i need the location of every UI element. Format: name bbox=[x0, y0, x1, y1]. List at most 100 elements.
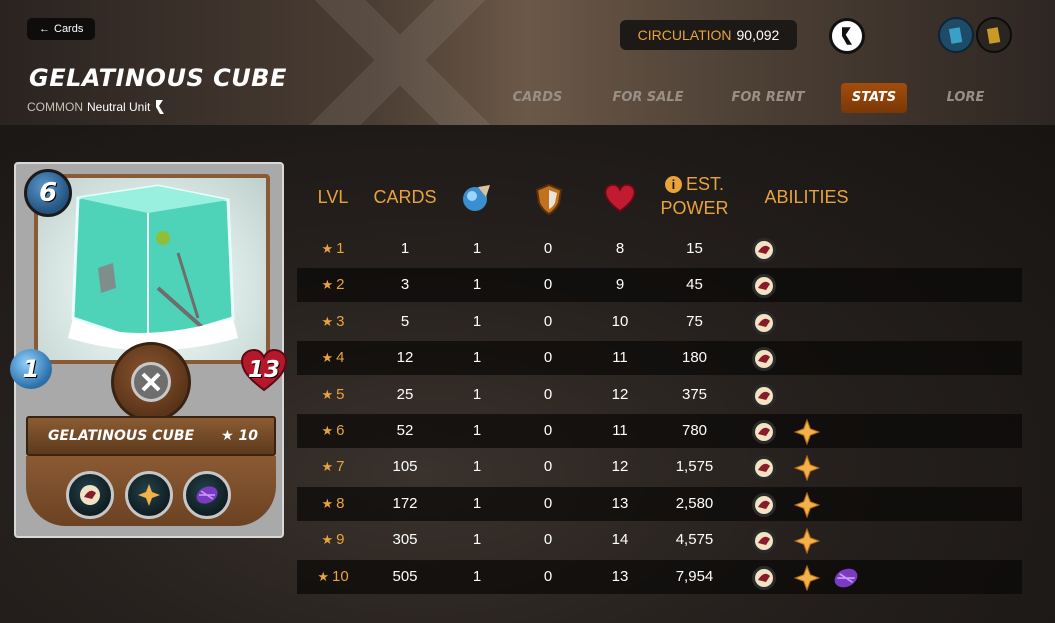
shatter-ability-icon[interactable] bbox=[793, 454, 821, 482]
star-icon: ★ bbox=[321, 459, 334, 475]
power-cell: 375 bbox=[681, 385, 708, 403]
star-icon: ★ bbox=[321, 277, 334, 293]
level-cell: ★ 2 bbox=[307, 268, 359, 302]
header-abilities: ABILITIES bbox=[764, 187, 849, 207]
est-line2: POWER bbox=[660, 198, 729, 218]
power-cell: 45 bbox=[686, 276, 703, 294]
health-cell: 12 bbox=[611, 458, 629, 476]
info-icon[interactable]: i bbox=[664, 176, 682, 193]
crossed-swords-icon bbox=[131, 362, 171, 402]
scavenger-ability-icon[interactable] bbox=[751, 528, 777, 554]
neutral-element-medal bbox=[111, 342, 191, 422]
level-cell: ★ 10 bbox=[307, 560, 359, 594]
level-value: 9 bbox=[336, 531, 345, 549]
shatter-ability-icon[interactable] bbox=[793, 418, 821, 446]
health-cell: 9 bbox=[615, 276, 625, 294]
level-cell: ★ 4 bbox=[307, 341, 359, 375]
attack-cell: 1 bbox=[472, 422, 482, 439]
armor-cell: 0 bbox=[543, 422, 553, 439]
level-cell: ★ 1 bbox=[307, 232, 359, 266]
back-to-cards-button[interactable]: ← Cards bbox=[27, 18, 96, 40]
shatter-ability-icon[interactable] bbox=[793, 527, 821, 555]
circulation-badge: CIRCULATION 90,092 bbox=[620, 20, 797, 50]
scavenger-ability-icon[interactable] bbox=[751, 346, 777, 372]
shatter-ability-icon[interactable] bbox=[793, 491, 821, 519]
star-icon: ★ bbox=[321, 495, 334, 511]
table-row: ★ 8 172 1 0 13 2,580 bbox=[297, 486, 1022, 521]
star-icon: ★ bbox=[321, 423, 334, 438]
power-cell: 75 bbox=[686, 312, 703, 330]
tab-stats[interactable]: STATS bbox=[841, 83, 907, 113]
attack-cell: 1 bbox=[472, 385, 482, 403]
power-cell: 4,575 bbox=[675, 531, 714, 549]
table-row: ★ 4 12 1 0 11 180 bbox=[297, 341, 1022, 376]
star-icon: ★ bbox=[321, 386, 334, 402]
scavenger-ability-icon[interactable] bbox=[66, 471, 114, 519]
attack-cell: 1 bbox=[472, 349, 482, 367]
table-row: ★ 9 305 1 0 14 4,575 bbox=[297, 523, 1022, 557]
level-value: 4 bbox=[336, 349, 345, 367]
level-value: 1 bbox=[336, 240, 345, 257]
health-cell: 11 bbox=[612, 422, 628, 439]
level-value: 7 bbox=[336, 458, 345, 476]
stats-table-header: LVL CARDS i EST. POWER ABILITIES bbox=[297, 165, 1022, 225]
tab-cards[interactable]: CARDS bbox=[505, 83, 570, 113]
health-cell: 10 bbox=[611, 312, 629, 330]
tab-bar: CARDS FOR SALE FOR RENT STATS LORE bbox=[0, 83, 1055, 113]
level-value: 6 bbox=[336, 422, 345, 439]
level-value: 3 bbox=[336, 312, 345, 330]
star-icon: ★ bbox=[321, 313, 334, 329]
cards-cell: 52 bbox=[396, 422, 414, 439]
armor-cell: 0 bbox=[543, 567, 553, 585]
card-name-banner: GELATINOUS CUBE ★ 10 bbox=[26, 416, 276, 456]
melee-attack-badge: 1 bbox=[10, 349, 52, 389]
level-value: 8 bbox=[336, 494, 345, 512]
tab-for-sale[interactable]: FOR SALE bbox=[608, 83, 688, 113]
melee-attack-header-icon bbox=[460, 183, 494, 213]
attack-cell: 1 bbox=[472, 458, 482, 476]
level-value: 5 bbox=[336, 385, 345, 403]
level-value: 10 bbox=[331, 567, 349, 585]
header: ← Cards GELATINOUS CUBE COMMON Neutral U… bbox=[0, 0, 1055, 125]
scavenger-ability-icon[interactable] bbox=[751, 419, 777, 445]
armor-cell: 0 bbox=[543, 312, 553, 330]
camouflage-ability-icon[interactable] bbox=[831, 565, 858, 591]
armor-cell: 0 bbox=[543, 531, 553, 549]
card-gold-icon[interactable] bbox=[976, 17, 1012, 53]
circulation-value: 90,092 bbox=[736, 27, 780, 43]
edition-icon-button[interactable] bbox=[829, 18, 865, 54]
camouflage-ability-icon[interactable] bbox=[183, 471, 231, 519]
armor-cell: 0 bbox=[543, 494, 553, 512]
scavenger-ability-icon[interactable] bbox=[751, 310, 777, 336]
scavenger-ability-icon[interactable] bbox=[751, 492, 777, 518]
tab-for-rent[interactable]: FOR RENT bbox=[728, 83, 808, 113]
card-image: 6 1 13 GELATINOUS CUBE ★ 10 bbox=[10, 162, 288, 538]
scavenger-ability-icon[interactable] bbox=[751, 455, 777, 481]
level-value: 2 bbox=[336, 276, 345, 294]
power-cell: 1,575 bbox=[675, 458, 714, 476]
table-row: ★ 1 1 1 0 8 15 bbox=[297, 232, 1022, 266]
armor-cell: 0 bbox=[543, 385, 553, 403]
armor-cell: 0 bbox=[543, 349, 553, 367]
shatter-ability-icon[interactable] bbox=[793, 564, 821, 592]
scavenger-ability-icon[interactable] bbox=[751, 383, 777, 409]
cards-cell: 172 bbox=[392, 494, 418, 512]
scavenger-ability-icon[interactable] bbox=[751, 565, 777, 591]
scavenger-ability-icon[interactable] bbox=[751, 237, 777, 263]
star-icon: ★ bbox=[321, 241, 334, 256]
level-cell: ★ 9 bbox=[307, 523, 359, 557]
shatter-ability-icon[interactable] bbox=[125, 471, 173, 519]
header-lvl: LVL bbox=[317, 187, 349, 207]
scavenger-ability-icon[interactable] bbox=[751, 273, 777, 299]
card-name: GELATINOUS CUBE bbox=[48, 428, 195, 444]
attack-cell: 1 bbox=[472, 276, 482, 294]
mana-cost-badge: 6 bbox=[24, 169, 72, 217]
card-collection-icon[interactable] bbox=[938, 17, 974, 53]
tab-lore[interactable]: LORE bbox=[938, 83, 993, 113]
table-row: ★ 3 5 1 0 10 75 bbox=[297, 305, 1022, 339]
health-value: 13 bbox=[247, 357, 280, 383]
cards-cell: 25 bbox=[396, 385, 414, 403]
table-row: ★ 7 105 1 0 12 1,575 bbox=[297, 450, 1022, 484]
health-cell: 8 bbox=[615, 240, 625, 257]
circulation-label: CIRCULATION bbox=[637, 27, 732, 43]
